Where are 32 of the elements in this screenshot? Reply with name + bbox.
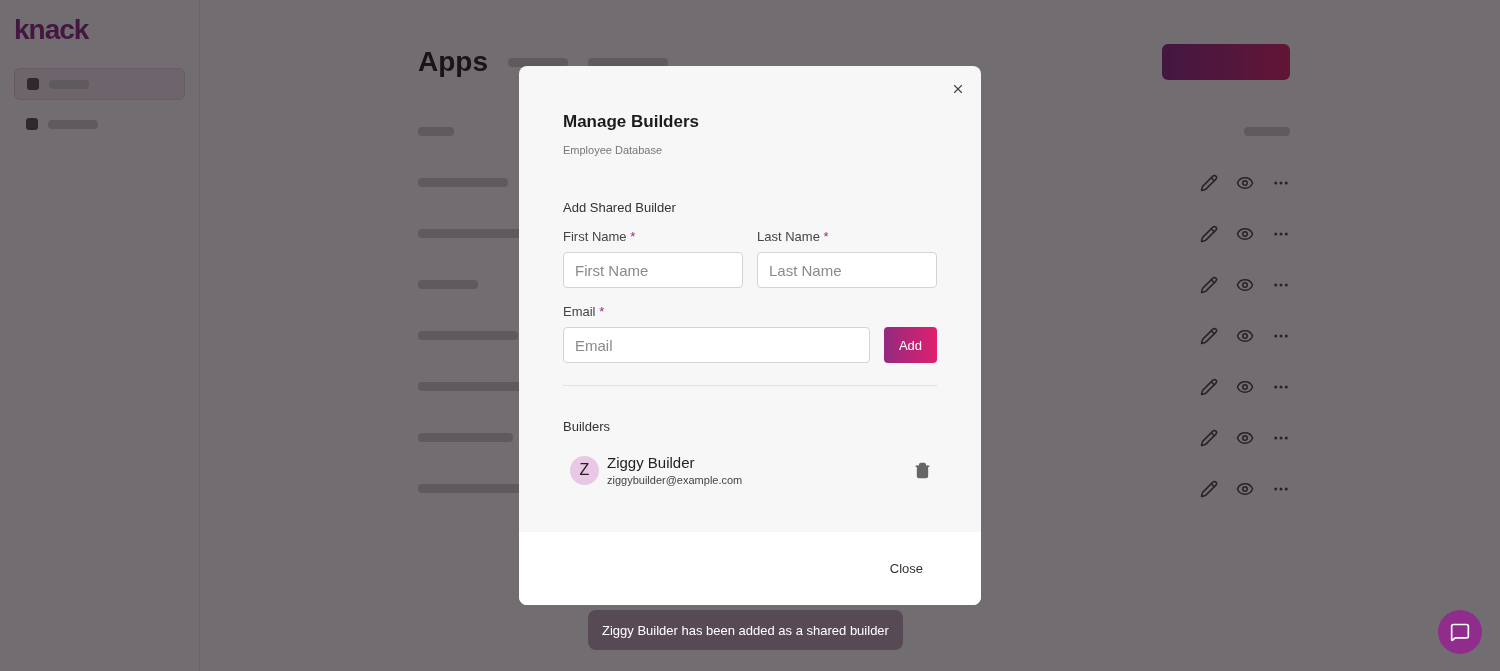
field-label: Email *: [563, 304, 606, 319]
add-button[interactable]: Add: [884, 327, 937, 363]
section-title: Builders: [563, 419, 611, 434]
edit-icon[interactable]: [1200, 428, 1218, 447]
field-label: Last Name *: [757, 229, 830, 244]
trash-icon: [914, 461, 931, 479]
edit-icon[interactable]: [1200, 377, 1218, 396]
modal-subtitle: Employee Database: [563, 144, 664, 156]
edit-icon[interactable]: [1200, 224, 1218, 243]
section-title: Add Shared Builder: [563, 200, 677, 215]
chat-button[interactable]: [1438, 610, 1482, 654]
builder-name: Ziggy Builder: [607, 454, 696, 471]
close-icon: [951, 82, 965, 96]
logo: knack: [14, 14, 90, 46]
edit-icon[interactable]: [1200, 479, 1218, 498]
modal-title: Manage Builders: [563, 112, 701, 132]
delete-button[interactable]: [914, 461, 931, 479]
toast: Ziggy Builder has been added as a shared builder: [588, 610, 903, 650]
email-field[interactable]: Email: [563, 327, 870, 363]
blurred-text: [508, 57, 568, 67]
chat-icon: [1450, 622, 1470, 642]
nav-item[interactable]: [14, 68, 185, 100]
field-label: First Name *: [563, 229, 637, 244]
edit-icon[interactable]: [1200, 173, 1218, 192]
input-field[interactable]: Last Name: [757, 252, 937, 288]
close-button[interactable]: Close: [887, 555, 925, 582]
avatar: Z: [570, 455, 599, 485]
edit-icon[interactable]: [1200, 275, 1218, 294]
edit-icon[interactable]: [1200, 326, 1218, 345]
input-field[interactable]: First Name: [563, 252, 743, 288]
page-title: Apps: [418, 46, 488, 78]
builder-email: ziggybuilder@example.com: [607, 474, 743, 486]
